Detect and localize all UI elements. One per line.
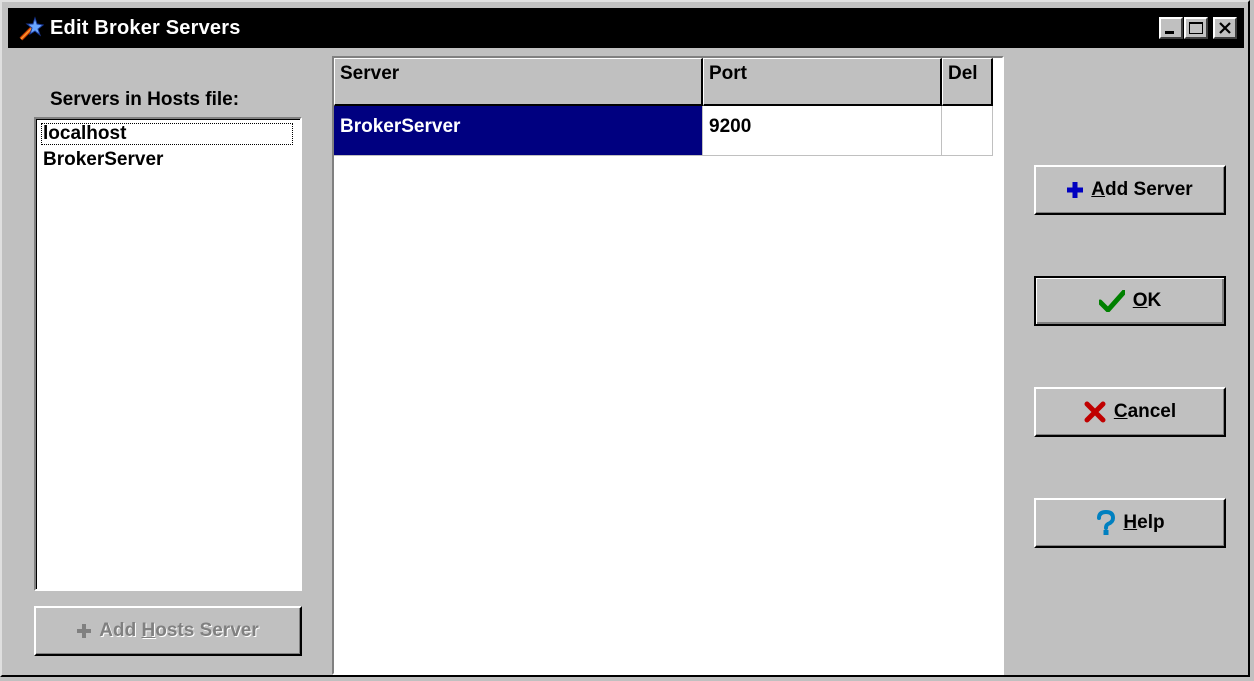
add-server-label: Add Server bbox=[1091, 179, 1193, 200]
add-hosts-server-button[interactable]: Add Hosts Server bbox=[34, 606, 302, 656]
column-header-port[interactable]: Port bbox=[703, 58, 942, 106]
servers-grid[interactable]: Server Port Del BrokerServer 9200 bbox=[332, 56, 1004, 675]
cell-del[interactable] bbox=[942, 106, 993, 156]
minimize-icon bbox=[1165, 31, 1174, 34]
add-server-button[interactable]: Add Server bbox=[1034, 165, 1226, 215]
ok-button[interactable]: OK bbox=[1034, 276, 1226, 326]
cancel-button[interactable]: Cancel bbox=[1034, 387, 1226, 437]
wand-icon bbox=[18, 16, 45, 42]
question-icon bbox=[1095, 510, 1116, 536]
minimize-button[interactable] bbox=[1159, 17, 1183, 39]
x-icon bbox=[1084, 401, 1106, 423]
plus-icon bbox=[1067, 182, 1084, 198]
checkmark-icon bbox=[1098, 290, 1125, 312]
close-button[interactable] bbox=[1213, 17, 1237, 39]
add-hosts-server-label: Add Hosts Server bbox=[99, 620, 259, 641]
help-button[interactable]: Help bbox=[1034, 498, 1226, 548]
cell-server[interactable]: BrokerServer bbox=[334, 106, 703, 156]
hosts-listbox[interactable]: localhost BrokerServer bbox=[34, 117, 302, 591]
ok-label: OK bbox=[1132, 290, 1162, 311]
column-header-server[interactable]: Server bbox=[334, 58, 703, 106]
hosts-list-item[interactable]: BrokerServer bbox=[41, 149, 165, 171]
plus-icon bbox=[77, 624, 92, 638]
help-label: Help bbox=[1123, 512, 1165, 533]
hosts-list-item[interactable]: localhost bbox=[41, 123, 293, 145]
cancel-label: Cancel bbox=[1113, 401, 1177, 422]
edit-broker-servers-window: Edit Broker Servers Servers in Hosts fil… bbox=[0, 0, 1250, 677]
hosts-list-label: Servers in Hosts file: bbox=[50, 89, 240, 110]
maximize-icon bbox=[1189, 22, 1203, 34]
title-bar[interactable]: Edit Broker Servers bbox=[8, 8, 1244, 48]
cell-port[interactable]: 9200 bbox=[703, 106, 942, 156]
window-title: Edit Broker Servers bbox=[50, 17, 241, 39]
column-header-del[interactable]: Del bbox=[942, 58, 993, 106]
maximize-button[interactable] bbox=[1184, 17, 1208, 39]
close-icon bbox=[1219, 22, 1231, 34]
